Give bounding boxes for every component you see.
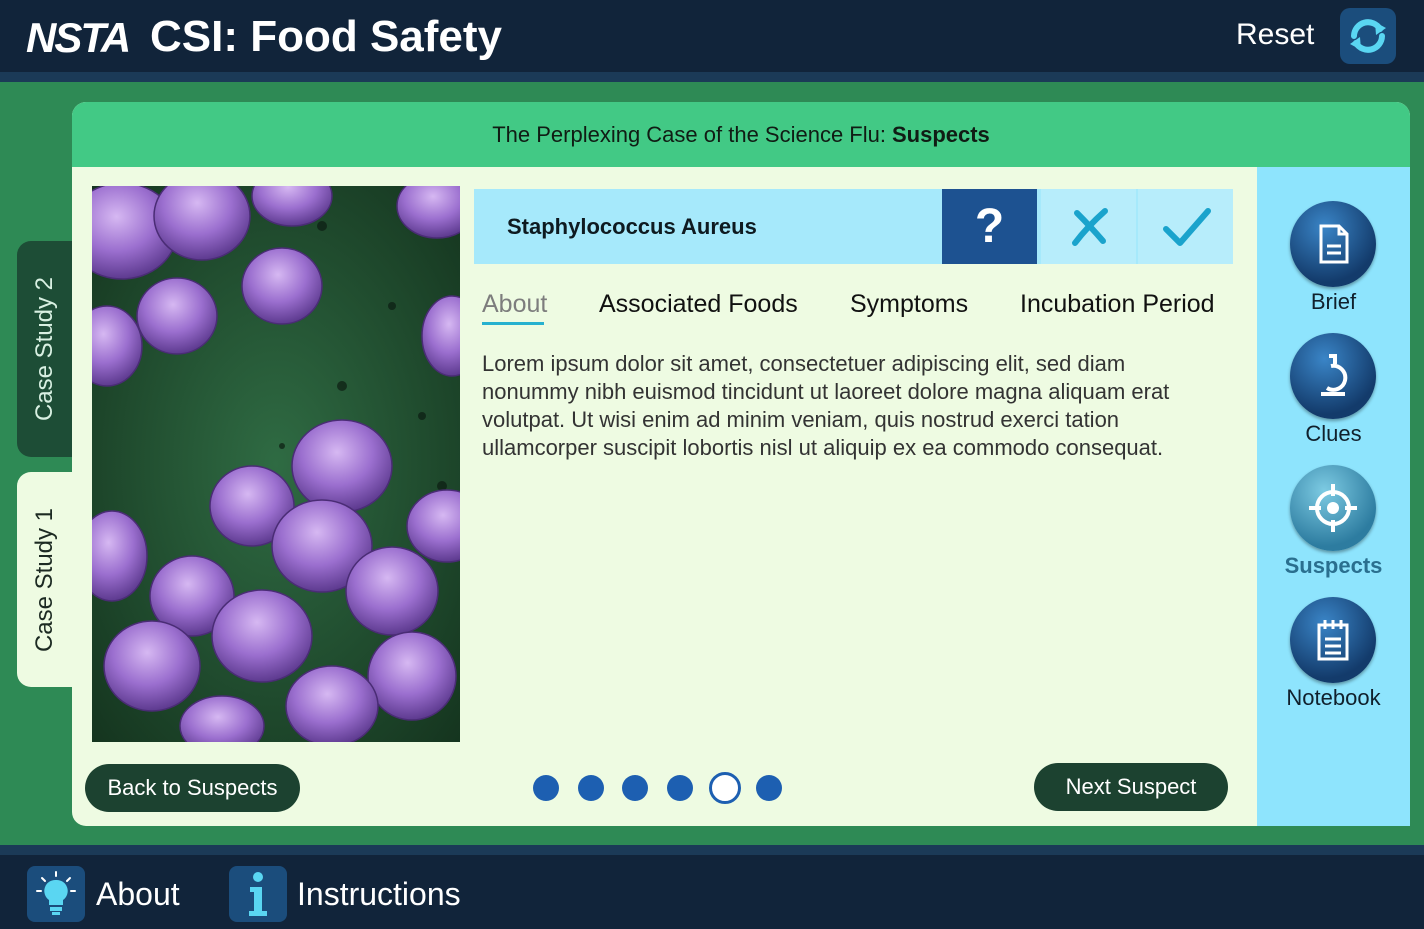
suspect-name: Staphylococcus Aureus bbox=[507, 214, 757, 239]
page-dot-5-current[interactable] bbox=[709, 772, 741, 804]
bottom-bar-divider bbox=[0, 845, 1424, 855]
suspects-label: Suspects bbox=[1284, 553, 1383, 578]
tab-associated-foods[interactable]: Associated Foods bbox=[599, 290, 798, 319]
microscope-icon bbox=[1321, 354, 1348, 396]
lightbulb-icon bbox=[36, 871, 76, 915]
rule-out-button[interactable] bbox=[1041, 189, 1136, 264]
brief-button[interactable] bbox=[1290, 201, 1376, 287]
brief-label: Brief bbox=[1310, 289, 1357, 314]
case-section: Suspects bbox=[891, 121, 990, 147]
about-text: Lorem ipsum dolor sit amet, consectetuer… bbox=[482, 351, 1170, 460]
case-title: The Perplexing Case of the Science Flu: bbox=[492, 121, 886, 147]
tab-about[interactable]: About bbox=[482, 290, 547, 319]
clues-label: Clues bbox=[1305, 421, 1362, 446]
nsta-logo: NSTA bbox=[26, 14, 131, 61]
right-nav: Brief Clues Suspects Notebook bbox=[1257, 167, 1410, 826]
about-label[interactable]: About bbox=[96, 876, 180, 913]
next-suspect-button[interactable]: Next Suspect bbox=[1034, 763, 1228, 811]
unsure-button[interactable]: ? bbox=[942, 189, 1037, 264]
tab-case-study-1-label: Case Study 1 bbox=[31, 507, 59, 652]
instructions-label[interactable]: Instructions bbox=[297, 876, 461, 913]
page-dot-4[interactable] bbox=[667, 775, 693, 801]
refresh-icon bbox=[1350, 19, 1386, 53]
notebook-label: Notebook bbox=[1286, 685, 1381, 710]
info-icon bbox=[249, 872, 267, 916]
back-to-suspects-button[interactable]: Back to Suspects bbox=[85, 764, 300, 812]
page-dot-2[interactable] bbox=[578, 775, 604, 801]
tab-symptoms[interactable]: Symptoms bbox=[850, 290, 968, 319]
reset-button[interactable] bbox=[1340, 8, 1396, 64]
reset-label[interactable]: Reset bbox=[1236, 18, 1314, 52]
clues-button[interactable] bbox=[1290, 333, 1376, 419]
x-icon bbox=[1071, 207, 1108, 246]
confirm-button[interactable] bbox=[1138, 189, 1233, 264]
document-icon bbox=[1319, 224, 1349, 264]
suspects-button[interactable] bbox=[1290, 465, 1376, 551]
bottom-bar bbox=[0, 845, 1424, 929]
notebook-icon bbox=[1317, 620, 1349, 661]
tab-incubation-period[interactable]: Incubation Period bbox=[1020, 290, 1215, 319]
top-bar-divider bbox=[0, 72, 1424, 82]
pagination-dots bbox=[533, 772, 793, 804]
instructions-button[interactable] bbox=[229, 866, 287, 922]
check-icon bbox=[1162, 207, 1211, 246]
tab-case-study-1[interactable]: Case Study 1 bbox=[17, 472, 74, 687]
page-dot-6[interactable] bbox=[756, 775, 782, 801]
tab-case-study-2[interactable]: Case Study 2 bbox=[17, 241, 74, 457]
tab-case-study-2-label: Case Study 2 bbox=[31, 276, 59, 422]
suspect-header: Staphylococcus Aureus ? bbox=[474, 189, 1233, 264]
app-title: CSI: Food Safety bbox=[150, 12, 503, 61]
question-icon: ? bbox=[974, 200, 1005, 253]
active-tab-indicator bbox=[482, 322, 544, 325]
crosshair-icon bbox=[1309, 484, 1357, 532]
notebook-button[interactable] bbox=[1290, 597, 1376, 683]
case-title-bar: The Perplexing Case of the Science Flu: … bbox=[72, 102, 1410, 167]
about-button[interactable] bbox=[27, 866, 85, 922]
page-dot-3[interactable] bbox=[622, 775, 648, 801]
suspect-photo bbox=[92, 186, 460, 742]
page-dot-1[interactable] bbox=[533, 775, 559, 801]
